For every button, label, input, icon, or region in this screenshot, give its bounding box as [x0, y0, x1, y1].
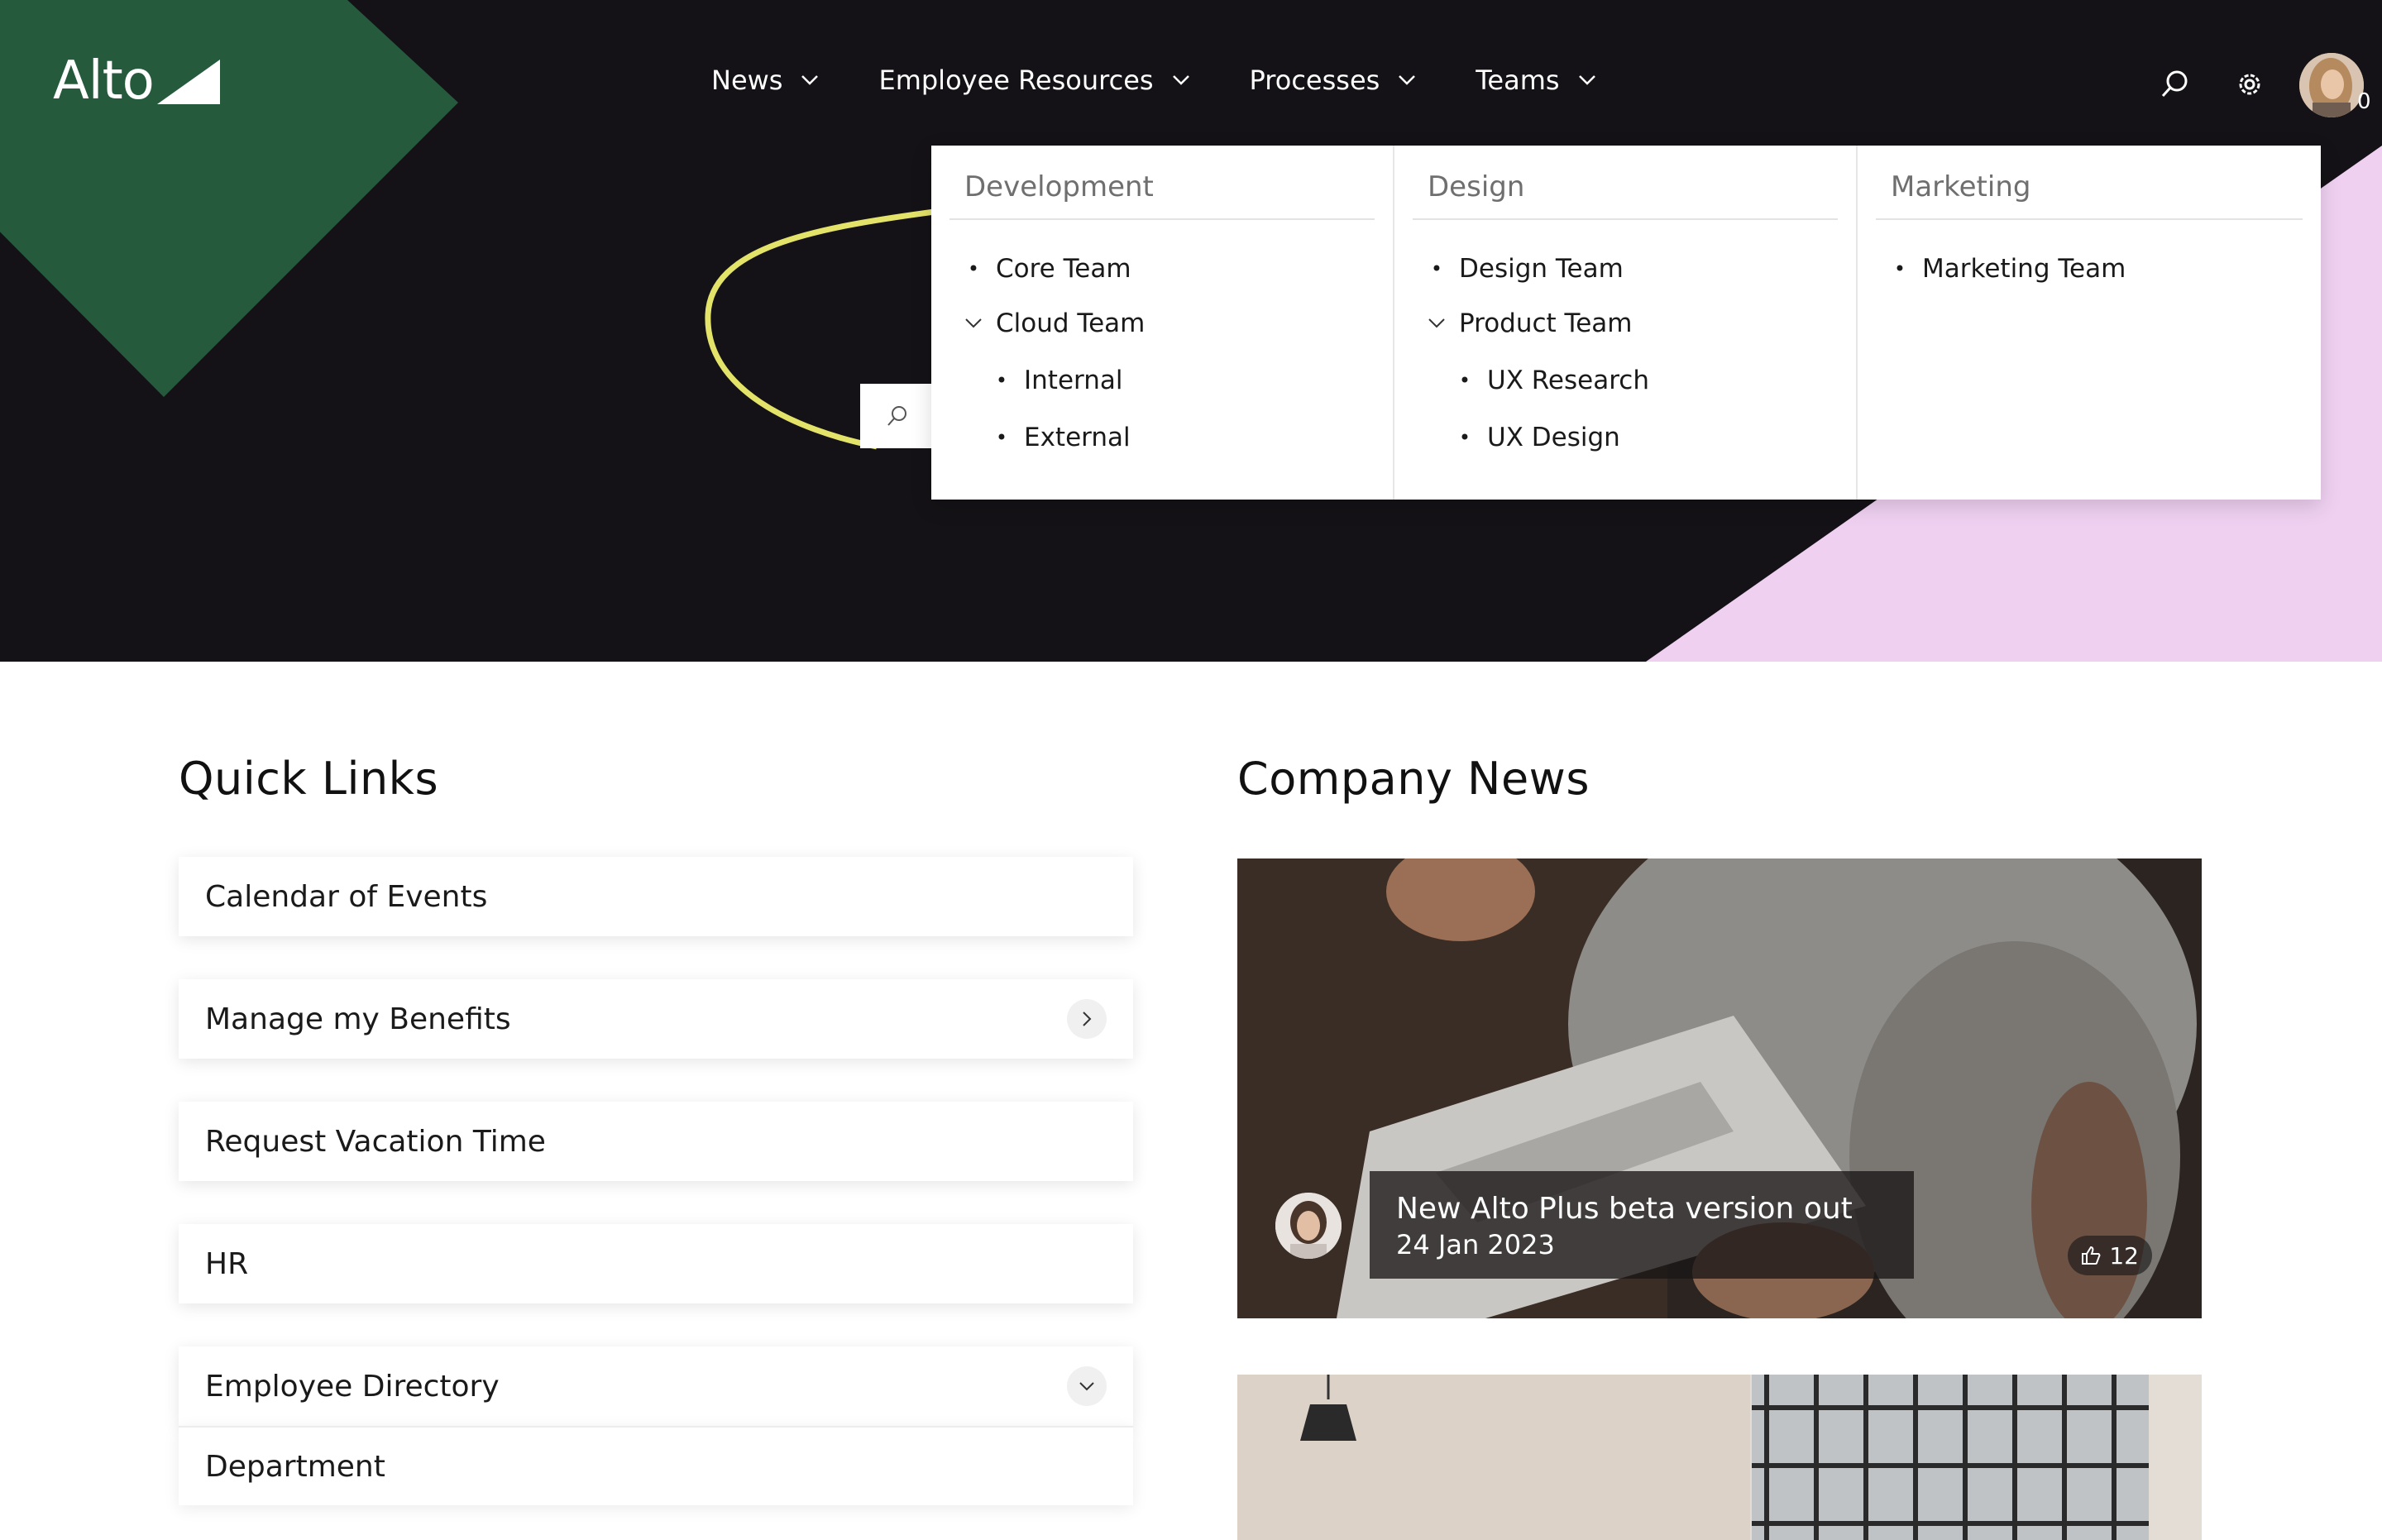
menu-item-label: Cloud Team — [996, 308, 1146, 338]
menu-item-label: Internal — [1024, 366, 1123, 395]
menu-column-design: Design • Design Team Product Team • UX R… — [1394, 146, 1858, 500]
news-caption: New Alto Plus beta version out 24 Jan 20… — [1370, 1171, 1914, 1279]
nav-item-label: News — [711, 65, 783, 96]
chevron-down-icon — [801, 75, 819, 85]
nav-item-employee-resources[interactable]: Employee Resources — [878, 65, 1189, 96]
menu-subitem-ux-research[interactable]: • UX Research — [1428, 351, 1838, 410]
menu-item-label: UX Design — [1487, 423, 1620, 452]
menu-column-heading: Marketing — [1876, 170, 2303, 220]
menu-item-label: Design Team — [1459, 254, 1624, 284]
quick-link-label: Calendar of Events — [205, 879, 488, 914]
menu-column-development: Development • Core Team Cloud Team • Int… — [931, 146, 1394, 500]
nav-item-label: Employee Resources — [878, 65, 1154, 96]
quick-link-employee-directory[interactable]: Employee Directory — [179, 1346, 1133, 1426]
news-title[interactable]: New Alto Plus beta version out — [1396, 1191, 1887, 1227]
user-photo — [2299, 53, 2364, 117]
menu-item-design-team[interactable]: • Design Team — [1428, 242, 1838, 296]
quick-link-label: Employee Directory — [205, 1369, 500, 1404]
bullet-icon: • — [1458, 369, 1471, 392]
menu-item-label: Marketing Team — [1922, 254, 2126, 284]
chevron-right-icon[interactable] — [1067, 999, 1107, 1039]
chevron-down-icon — [1399, 75, 1416, 85]
header-utilities: 0 — [2117, 51, 2382, 117]
menu-item-marketing-team[interactable]: • Marketing Team — [1891, 242, 2303, 296]
menu-item-cloud-team[interactable]: Cloud Team — [964, 296, 1375, 351]
quick-link-vacation[interactable]: Request Vacation Time — [179, 1102, 1133, 1181]
quick-link-calendar[interactable]: Calendar of Events — [179, 857, 1133, 936]
nav-item-label: Processes — [1249, 65, 1380, 96]
quick-link-label: Manage my Benefits — [205, 1002, 511, 1036]
gear-icon — [2239, 74, 2260, 95]
menu-subitem-ux-design[interactable]: • UX Design — [1428, 410, 1838, 465]
chevron-down-icon[interactable] — [1067, 1366, 1107, 1406]
menu-item-label: UX Research — [1487, 366, 1649, 395]
settings-button[interactable] — [2233, 68, 2266, 104]
nav-item-teams[interactable]: Teams — [1476, 65, 1595, 96]
main-navigation: News Employee Resources Processes Teams — [711, 65, 1656, 96]
news-card[interactable]: New Alto Plus beta version out 24 Jan 20… — [1237, 858, 2202, 1318]
menu-column-marketing: Marketing • Marketing Team — [1858, 146, 2321, 500]
logo-triangle-icon — [156, 60, 220, 104]
menu-column-heading: Design — [1413, 170, 1838, 220]
nav-item-processes[interactable]: Processes — [1250, 65, 1417, 96]
chevron-down-icon — [1578, 75, 1595, 85]
quick-link-label: Request Vacation Time — [205, 1124, 546, 1159]
menu-column-heading: Development — [949, 170, 1375, 220]
teams-mega-menu: Development • Core Team Cloud Team • Int… — [931, 146, 2321, 500]
menu-item-product-team[interactable]: Product Team — [1428, 296, 1838, 351]
header-search-button[interactable] — [2159, 68, 2192, 104]
quick-link-department[interactable]: Department — [179, 1426, 1133, 1505]
quick-link-hr[interactable]: HR — [179, 1224, 1133, 1303]
company-news-title: Company News — [1237, 753, 1590, 805]
bullet-icon: • — [995, 426, 1008, 449]
menu-subitem-external[interactable]: • External — [964, 410, 1375, 465]
search-icon — [887, 406, 906, 426]
nav-item-news[interactable]: News — [711, 65, 819, 96]
menu-subitem-internal[interactable]: • Internal — [964, 351, 1375, 410]
menu-list: • Core Team Cloud Team • Internal • Exte… — [949, 220, 1375, 465]
quick-link-label: HR — [205, 1246, 249, 1281]
alto-logo[interactable]: Alto — [53, 55, 220, 108]
menu-item-label: Product Team — [1459, 308, 1633, 338]
user-avatar[interactable] — [2299, 53, 2364, 117]
logo-text: Alto — [53, 50, 155, 112]
menu-item-label: Core Team — [996, 254, 1131, 284]
menu-item-label: External — [1024, 423, 1131, 452]
chevron-down-icon — [1172, 75, 1189, 85]
news-date: 24 Jan 2023 — [1396, 1229, 1555, 1260]
author-photo — [1275, 1193, 1342, 1259]
hero-search-button[interactable] — [860, 384, 935, 448]
nav-item-label: Teams — [1476, 65, 1560, 96]
menu-item-core-team[interactable]: • Core Team — [964, 242, 1375, 296]
bullet-icon: • — [1893, 257, 1906, 280]
thumbs-up-icon — [2082, 1246, 2101, 1265]
news-card[interactable] — [1237, 1375, 2202, 1540]
author-avatar[interactable] — [1275, 1193, 1342, 1259]
bullet-icon: • — [1458, 426, 1471, 449]
menu-list: • Design Team Product Team • UX Research… — [1413, 220, 1838, 465]
bullet-icon: • — [1430, 257, 1443, 280]
quick-link-label: Department — [205, 1449, 385, 1484]
chevron-down-icon[interactable] — [1428, 318, 1446, 329]
chevron-down-icon[interactable] — [964, 318, 983, 329]
search-icon — [2161, 70, 2188, 98]
quick-link-benefits[interactable]: Manage my Benefits — [179, 979, 1133, 1059]
menu-list: • Marketing Team — [1876, 220, 2303, 296]
like-button[interactable]: 12 — [2068, 1236, 2152, 1275]
quick-links-title: Quick Links — [179, 753, 439, 805]
like-count: 12 — [2109, 1241, 2139, 1270]
bullet-icon: • — [995, 369, 1008, 392]
news-image — [1237, 1375, 2202, 1540]
notification-count: 0 — [2357, 89, 2371, 114]
bullet-icon: • — [967, 257, 980, 280]
